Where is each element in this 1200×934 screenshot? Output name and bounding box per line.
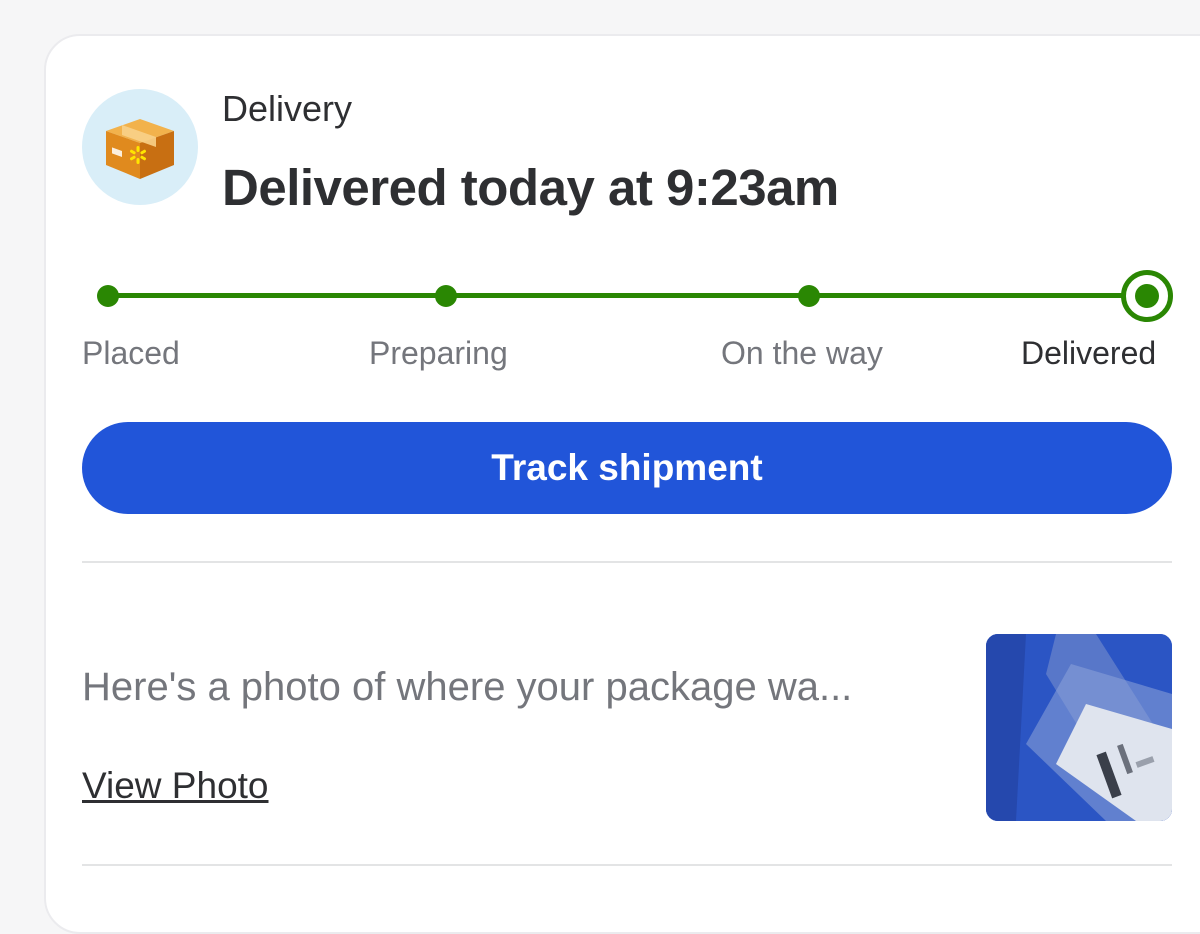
view-photo-link[interactable]: View Photo — [82, 765, 269, 807]
delivery-photo-description: Here's a photo of where your package wa.… — [82, 665, 853, 709]
delivery-photo-image — [986, 634, 1172, 821]
delivery-status-title: Delivered today at 9:23am — [222, 159, 839, 216]
package-avatar — [82, 89, 198, 205]
divider-top — [82, 561, 1172, 563]
delivery-section-label: Delivery — [222, 88, 353, 129]
step-dot-delivered-current — [1121, 270, 1173, 322]
step-dot-on-the-way — [798, 285, 820, 307]
delivery-photo-thumbnail[interactable] — [986, 634, 1172, 821]
step-label-on-the-way: On the way — [721, 335, 883, 371]
step-label-delivered: Delivered — [1021, 335, 1157, 371]
track-shipment-button[interactable]: Track shipment — [82, 422, 1172, 514]
progress-track-line — [107, 293, 1147, 298]
step-dot-placed — [97, 285, 119, 307]
divider-bottom — [82, 864, 1172, 866]
step-label-preparing: Preparing — [369, 335, 508, 371]
package-box-icon — [106, 119, 174, 179]
step-dot-preparing — [435, 285, 457, 307]
step-label-placed: Placed — [82, 335, 180, 371]
